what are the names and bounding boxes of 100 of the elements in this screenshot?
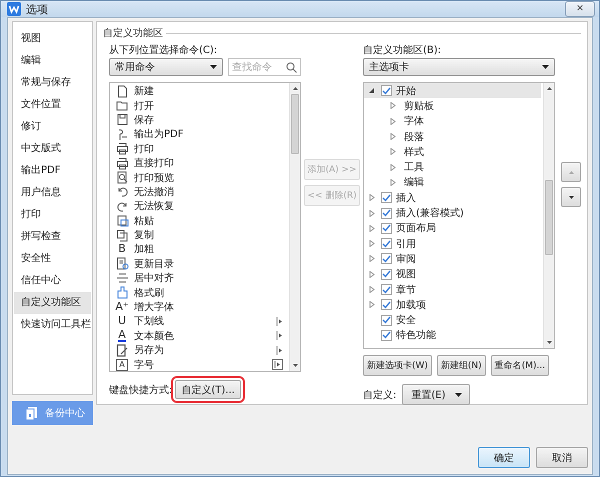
sidebar-item[interactable]: 输出PDF (14, 160, 91, 182)
tree-item[interactable]: 样式 (364, 144, 543, 160)
tree-item[interactable]: 开始 (364, 83, 541, 98)
command-item[interactable]: 居中对齐 (110, 271, 289, 286)
tree-item[interactable]: 剪贴板 (364, 98, 543, 114)
ribbon-button[interactable]: 重命名(M)... (490, 355, 550, 376)
preview-icon (116, 171, 128, 184)
sidebar-item[interactable]: 中文版式 (14, 138, 91, 160)
command-item[interactable]: A⁺ 增大字体 (110, 300, 289, 314)
checkbox[interactable] (381, 85, 392, 96)
tree-item[interactable]: 工具 (364, 159, 543, 175)
command-item[interactable]: 打印 (110, 142, 289, 156)
ribbon-dropdown[interactable]: 主选项卡 (363, 58, 555, 76)
command-item[interactable]: 输出为PDF (110, 127, 289, 142)
tree-item[interactable]: 加载项 (364, 297, 543, 312)
scrollbar-thumb[interactable] (291, 94, 299, 154)
sidebar-item[interactable]: 拼写检查 (14, 226, 91, 248)
sidebar-item[interactable]: 文件位置 (14, 94, 91, 116)
command-item[interactable]: 格式刷 (110, 285, 289, 300)
sidebar-item[interactable]: 编辑 (14, 50, 91, 72)
document-icon (116, 84, 128, 98)
sidebar-item[interactable]: 视图 (14, 28, 91, 50)
commands-dropdown[interactable]: 常用命令 (109, 58, 223, 76)
reset-dropdown-button[interactable]: 重置(E) (402, 384, 470, 405)
scrollbar[interactable] (289, 83, 300, 371)
sidebar-item[interactable]: 打印 (14, 204, 91, 226)
ribbon-button[interactable]: 新建组(N) (436, 355, 486, 376)
ok-button[interactable]: 确定 (478, 447, 530, 468)
move-up-button[interactable] (561, 162, 581, 182)
checkbox[interactable] (381, 192, 392, 204)
collapsed-triangle-icon[interactable] (369, 224, 375, 232)
ribbon-button[interactable]: 新建选项卡(W) (363, 355, 432, 376)
move-down-button[interactable] (561, 187, 581, 207)
collapsed-triangle-icon[interactable] (369, 255, 375, 262)
command-item[interactable]: 打开 (110, 98, 289, 113)
search-field[interactable]: 查找命令 (228, 58, 301, 76)
dropdown-arrow-icon (542, 65, 549, 69)
collapsed-triangle-icon[interactable] (390, 118, 396, 125)
tree-item[interactable]: 安全 (364, 312, 543, 328)
checkbox[interactable] (381, 222, 392, 234)
command-item[interactable]: A 字号 (110, 357, 289, 371)
checkbox[interactable] (381, 314, 392, 326)
copy-icon (116, 228, 128, 242)
command-item[interactable]: 保存 (110, 112, 289, 128)
checkbox[interactable] (381, 238, 392, 250)
expanded-triangle-icon[interactable] (369, 87, 375, 94)
close-button[interactable]: ✕ (565, 1, 595, 17)
tree-item[interactable]: 特色功能 (364, 328, 543, 344)
sidebar-item[interactable]: 快速访问工具栏 (14, 314, 91, 336)
command-item[interactable]: 直接打印 (110, 156, 289, 170)
tree-item[interactable]: 编辑 (364, 174, 543, 190)
scrollbar-thumb[interactable] (545, 180, 553, 255)
dropdown-arrow-icon (210, 65, 217, 69)
sidebar-item[interactable]: 常规与保存 (14, 72, 91, 94)
tree-item[interactable]: 插入 (364, 190, 543, 206)
scrollbar[interactable] (543, 83, 554, 348)
document-icon (116, 257, 128, 270)
up-arrow-icon (568, 170, 574, 174)
sidebar-item[interactable]: 安全性 (14, 248, 91, 270)
collapsed-triangle-icon[interactable] (369, 270, 375, 278)
font-glyph-icon: B (118, 243, 126, 256)
tree-item[interactable]: 插入(兼容模式) (364, 205, 543, 221)
checkbox[interactable] (381, 268, 392, 280)
command-item[interactable]: B 加粗 (110, 242, 289, 257)
command-item[interactable]: 无法恢复 (110, 199, 289, 214)
command-item[interactable]: 另存为 (110, 343, 289, 358)
tree-item[interactable]: 审阅 (364, 251, 543, 267)
command-item[interactable]: 新建 (110, 84, 289, 98)
tree-item[interactable]: 页面布局 (364, 220, 543, 236)
sidebar-item[interactable]: 自定义功能区 (14, 292, 91, 314)
command-item[interactable]: U 下划线 (110, 314, 289, 329)
tree-item[interactable]: 段落 (364, 128, 543, 144)
command-item[interactable]: 更新目录 (110, 256, 289, 272)
shortcut-label: 键盘快捷方式: (109, 384, 172, 396)
checkbox[interactable] (381, 208, 392, 219)
tree-item[interactable]: 章节 (364, 282, 543, 298)
command-item[interactable]: 无法撤消 (110, 184, 289, 200)
collapsed-triangle-icon[interactable] (369, 301, 375, 308)
checkbox[interactable] (381, 253, 392, 264)
down-arrow-icon (568, 196, 574, 198)
checkbox[interactable] (381, 330, 392, 341)
tree-item[interactable]: 字体 (364, 114, 543, 129)
collapsed-triangle-icon[interactable] (369, 194, 375, 202)
collapsed-triangle-icon[interactable] (369, 210, 375, 217)
tree-item[interactable]: 引用 (364, 236, 543, 252)
tree-item[interactable]: 视图 (364, 266, 543, 282)
checkbox[interactable] (381, 299, 392, 310)
collapsed-triangle-icon[interactable] (390, 102, 396, 110)
sidebar-item[interactable]: 信任中心 (14, 270, 91, 292)
checkbox[interactable] (381, 284, 392, 295)
sidebar-item[interactable]: 用户信息 (14, 182, 91, 204)
command-item[interactable]: 粘贴 (110, 214, 289, 228)
command-item[interactable]: 复制 (110, 228, 289, 242)
app-icon (7, 2, 21, 16)
collapsed-triangle-icon[interactable] (369, 240, 375, 248)
collapsed-triangle-icon[interactable] (369, 286, 375, 293)
cancel-button[interactable]: 取消 (536, 447, 588, 468)
command-item[interactable]: A 文本颜色 (110, 328, 289, 344)
sidebar-item[interactable]: 修订 (14, 116, 91, 138)
command-item[interactable]: 打印预览 (110, 170, 289, 185)
